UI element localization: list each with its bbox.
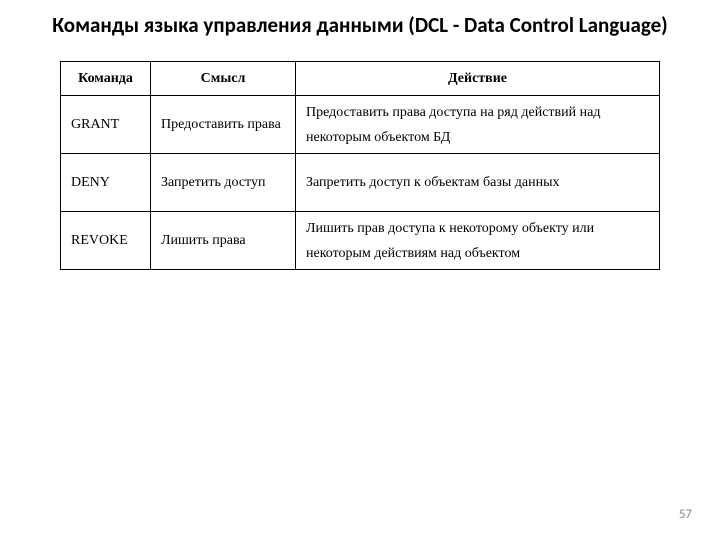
cell-meaning: Предоставить права xyxy=(151,96,296,154)
cell-command: GRANT xyxy=(61,96,151,154)
table-row: DENY Запретить доступ Запретить доступ к… xyxy=(61,154,660,212)
table-row: REVOKE Лишить права Лишить прав доступа … xyxy=(61,212,660,270)
cell-action: Лишить прав доступа к некоторому объекту… xyxy=(296,212,660,270)
cell-meaning: Запретить доступ xyxy=(151,154,296,212)
cell-command: DENY xyxy=(61,154,151,212)
table-header-row: Команда Смысл Действие xyxy=(61,62,660,96)
cell-action: Запретить доступ к объектам базы данных xyxy=(296,154,660,212)
page-number: 57 xyxy=(679,507,692,522)
header-action: Действие xyxy=(296,62,660,96)
table-row: GRANT Предоставить права Предоставить пр… xyxy=(61,96,660,154)
cell-action: Предоставить права доступа на ряд действ… xyxy=(296,96,660,154)
header-command: Команда xyxy=(61,62,151,96)
cell-meaning: Лишить права xyxy=(151,212,296,270)
cell-command: REVOKE xyxy=(61,212,151,270)
table-container: Команда Смысл Действие GRANT Предоставит… xyxy=(0,39,720,270)
slide-title: Команды языка управления данными (DCL - … xyxy=(0,0,720,39)
dcl-commands-table: Команда Смысл Действие GRANT Предоставит… xyxy=(60,61,660,270)
header-meaning: Смысл xyxy=(151,62,296,96)
